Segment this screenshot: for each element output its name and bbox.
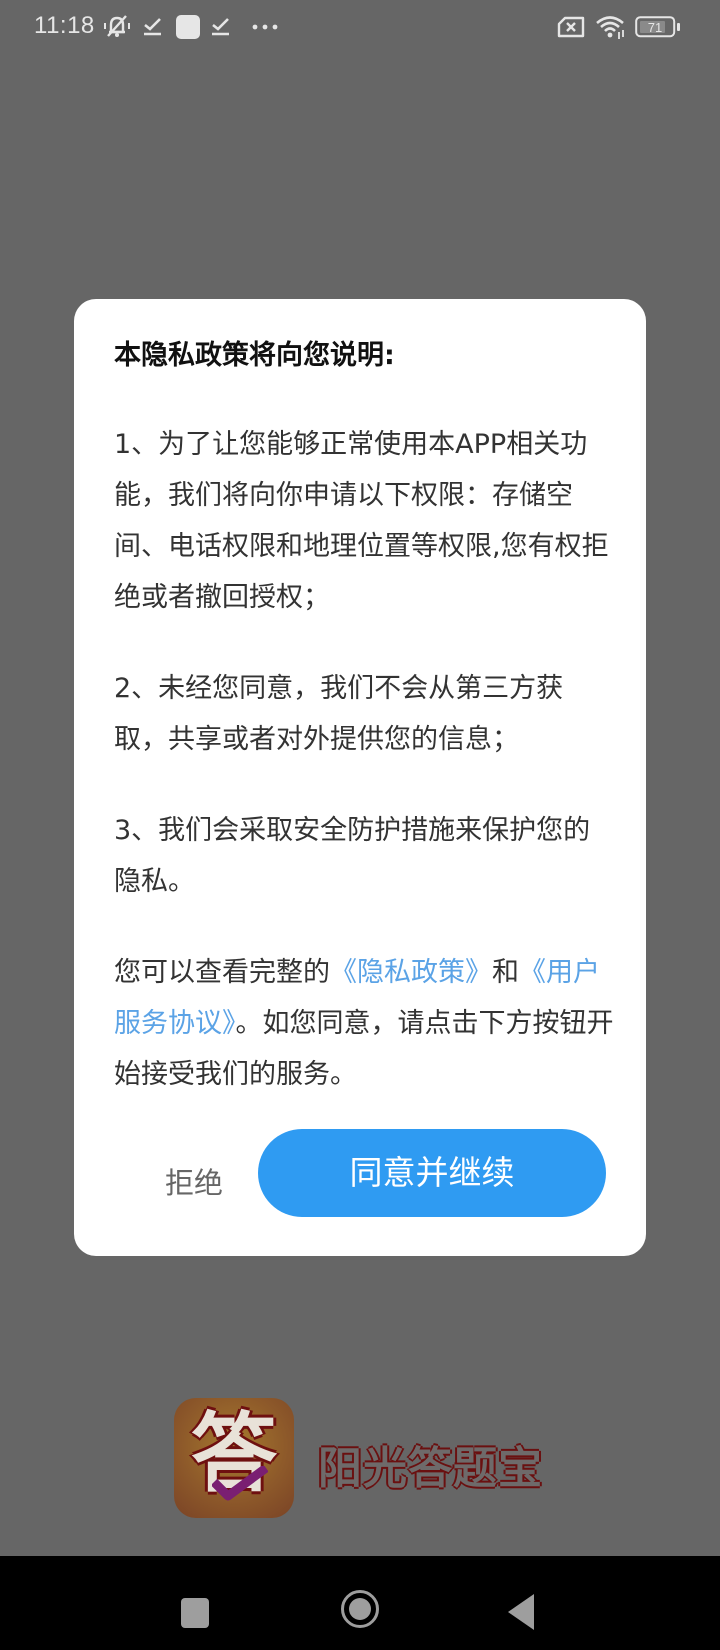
circle-icon (341, 1590, 379, 1628)
data-sharing-paragraph: 2、未经您同意，我们不会从第三方获取，共享或者对外提供您的信息； (114, 673, 564, 755)
app-logo: 答 (174, 1398, 294, 1518)
agree-continue-button[interactable]: 同意并继续 (258, 1129, 606, 1217)
navigation-bar (0, 1556, 720, 1650)
status-time: 11:18 (34, 12, 95, 39)
battery-level: 71 (648, 20, 662, 35)
mute-icon (102, 13, 132, 39)
no-sim-icon (557, 16, 585, 38)
download-done-icon (211, 16, 231, 36)
privacy-policy-link[interactable]: 《隐私政策》 (330, 957, 492, 988)
battery-icon: 71 (635, 16, 681, 38)
wifi-icon (595, 14, 627, 40)
app-name: 阳光答题宝 (318, 1443, 543, 1494)
security-paragraph: 3、我们会采取安全防护措施来保护您的隐私。 (114, 815, 591, 897)
dialog-body: 1、为了让您能够正常使用本APP相关功能，我们将向你申请以下权限：存储空间、电话… (114, 419, 614, 1100)
back-button[interactable] (508, 1594, 536, 1634)
dialog-title: 本隐私政策将向您说明: (114, 340, 395, 371)
permissions-paragraph: 1、为了让您能够正常使用本APP相关功能，我们将向你申请以下权限：存储空间、电话… (114, 429, 609, 613)
policy-links-paragraph: 您可以查看完整的《隐私政策》和《用户服务协议》。如您同意，请点击下方按钮开始接受… (114, 947, 614, 1100)
app-square-icon (176, 15, 200, 39)
back-triangle-icon (508, 1594, 534, 1630)
download-done-icon (143, 16, 163, 36)
reject-button[interactable]: 拒绝 (134, 1143, 254, 1223)
recents-button[interactable] (181, 1598, 209, 1632)
checkmark-icon (210, 1464, 269, 1506)
status-bar: 11:18 71 (0, 0, 720, 56)
closing-middle: 和 (492, 957, 519, 988)
privacy-dialog: 本隐私政策将向您说明: 1、为了让您能够正常使用本APP相关功能，我们将向你申请… (74, 299, 646, 1256)
closing-prefix: 您可以查看完整的 (114, 957, 330, 988)
more-dots-icon (252, 24, 278, 30)
square-icon (181, 1598, 209, 1628)
home-button[interactable] (340, 1589, 380, 1633)
